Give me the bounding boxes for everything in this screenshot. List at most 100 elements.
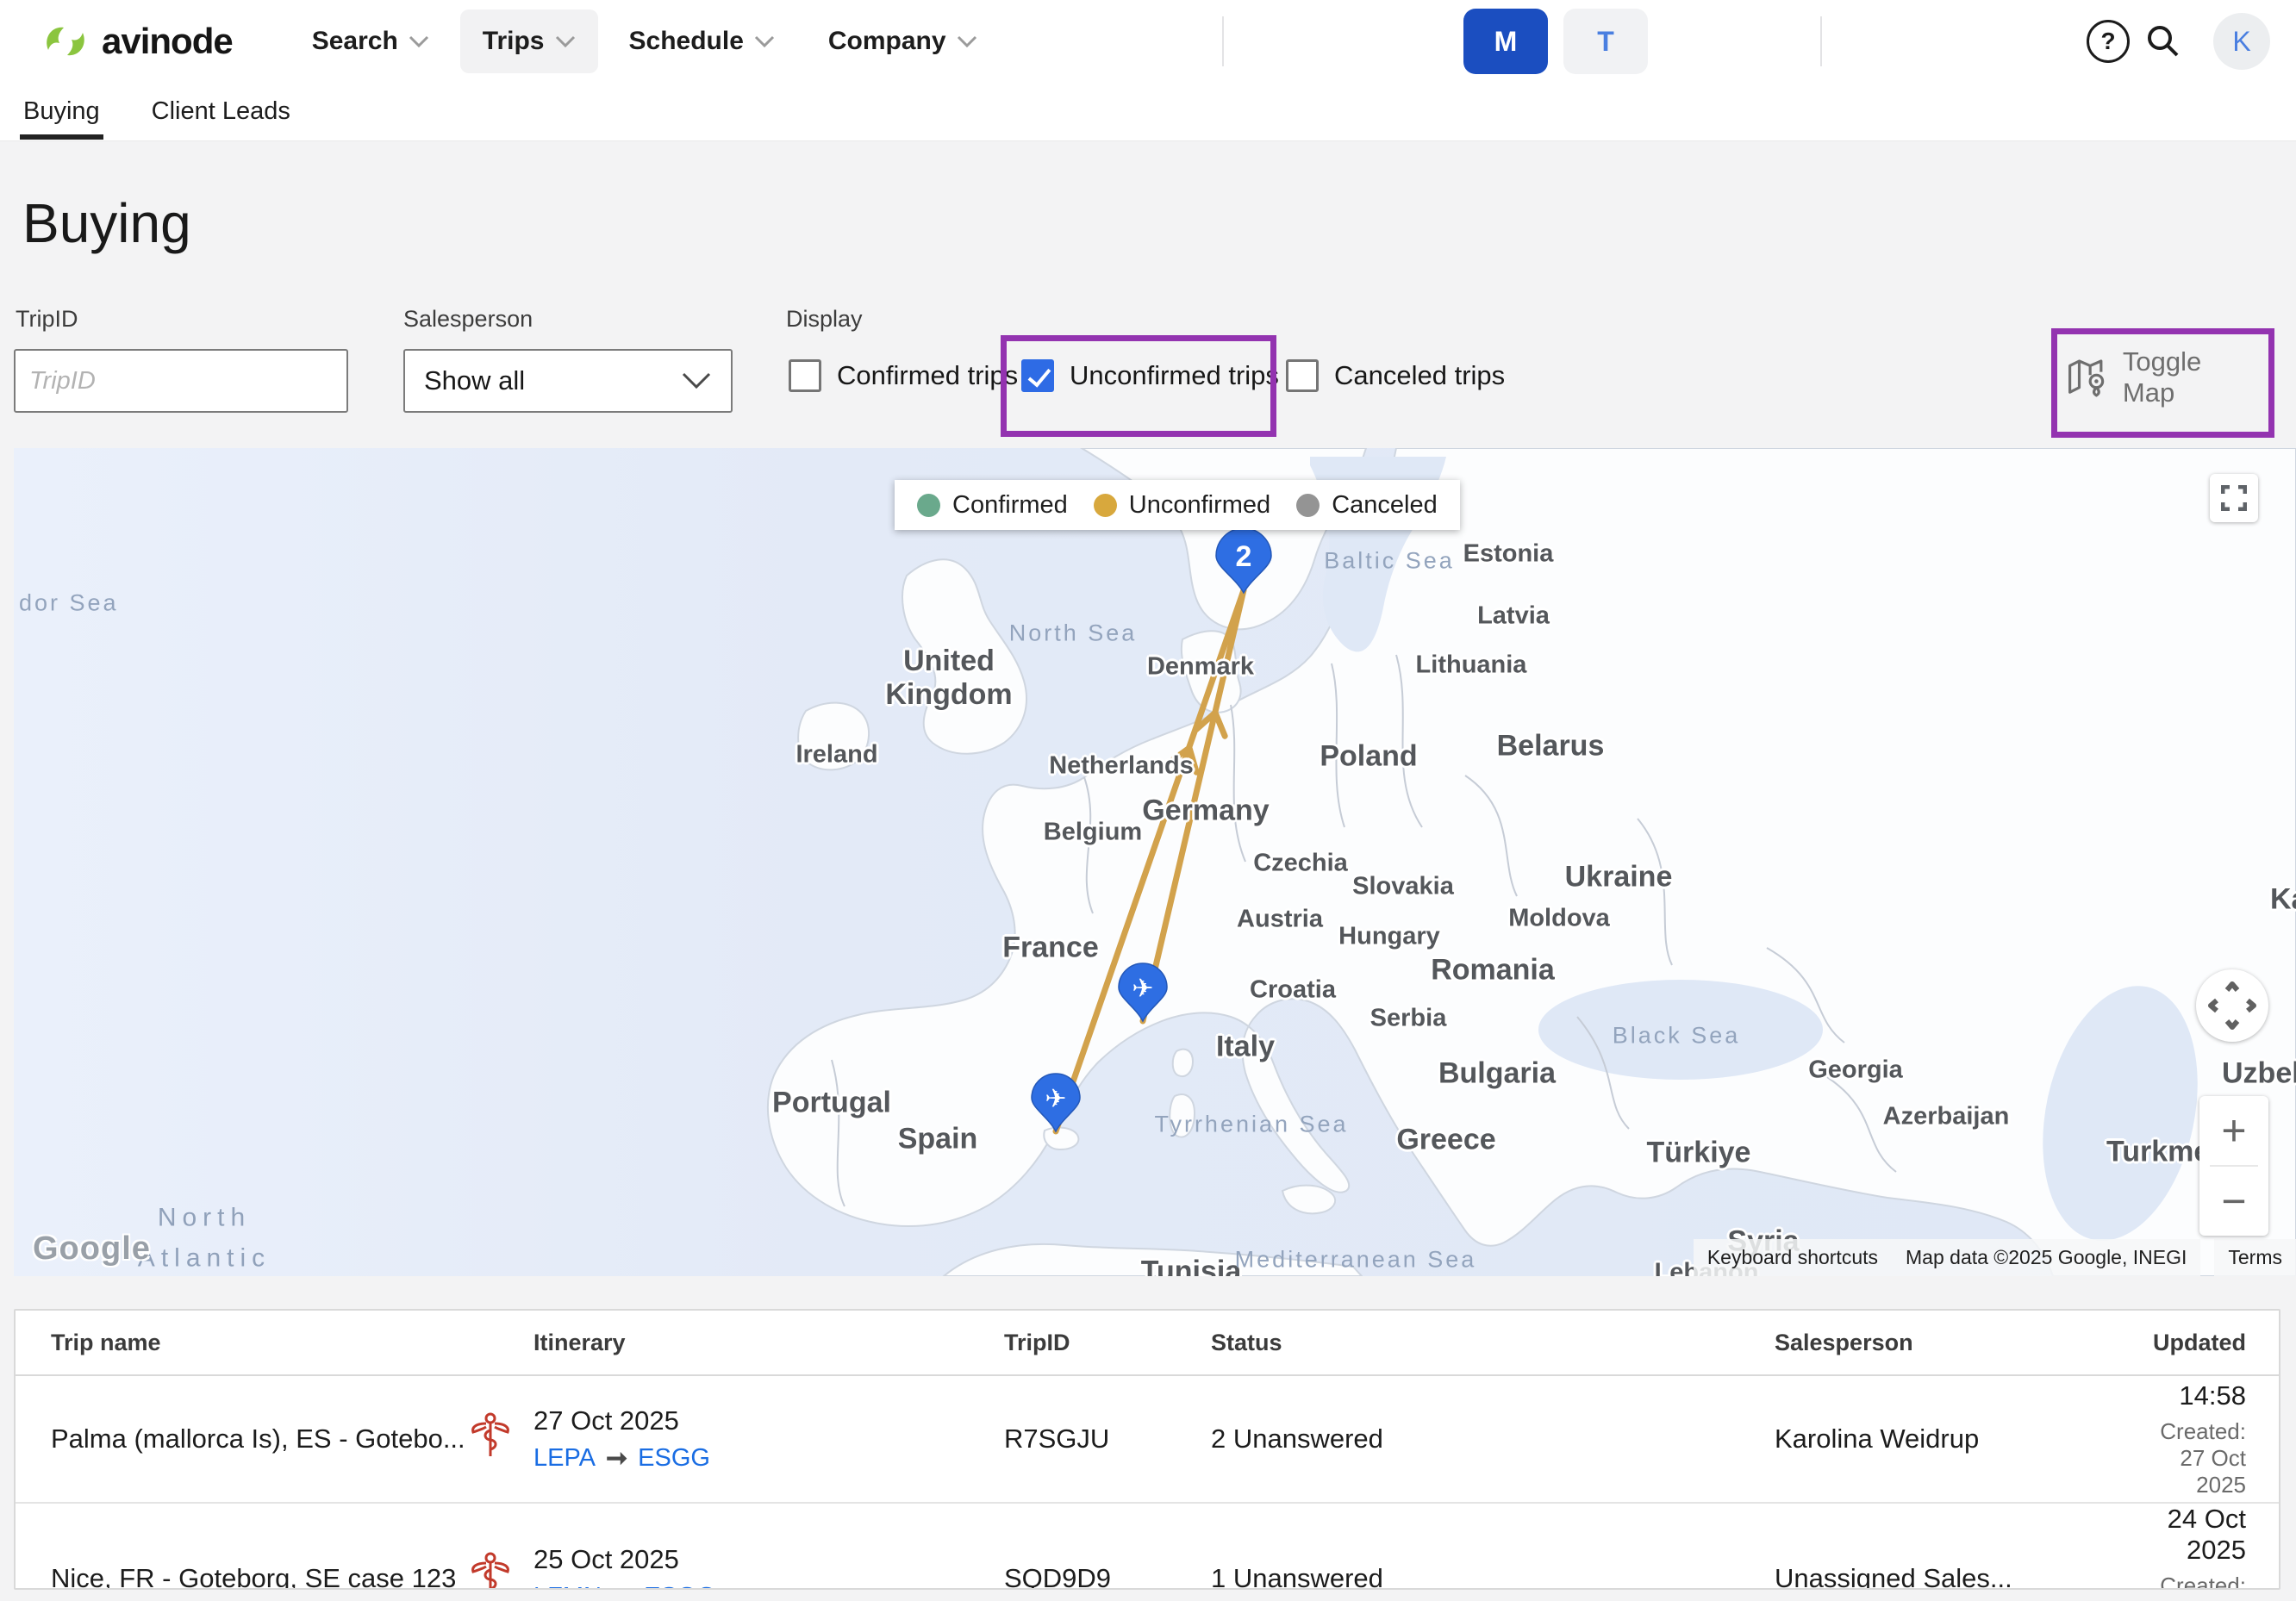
salesperson-value: Show all bbox=[424, 365, 525, 396]
map-label: Czechia bbox=[1253, 850, 1348, 878]
checkbox-unconfirmed-trips[interactable]: Unconfirmed trips bbox=[1021, 359, 1286, 392]
chevron-down-icon bbox=[409, 35, 429, 47]
map-label: dor Sea bbox=[19, 590, 119, 617]
trip-updated-cell: 24 Oct 2025 Created: 24 Oct 2025 bbox=[2137, 1504, 2246, 1590]
fullscreen-icon bbox=[2221, 485, 2247, 511]
caduceus-icon bbox=[470, 1411, 511, 1460]
map-label: Croatia bbox=[1250, 976, 1336, 1005]
map-label: Türkiye bbox=[1647, 1137, 1751, 1170]
map-label: Italy bbox=[1216, 1031, 1275, 1064]
caduceus-icon bbox=[470, 1551, 511, 1591]
avinode-logo[interactable]: avinode bbox=[41, 21, 233, 62]
display-label: Display bbox=[786, 306, 863, 333]
airport-link-to[interactable]: ESGG bbox=[638, 1444, 710, 1473]
toggle-map-button[interactable]: Toggle Map bbox=[2067, 343, 2248, 412]
map-label: North Atlantic Ocean bbox=[138, 1198, 271, 1276]
unconfirmed-dot-icon bbox=[1094, 494, 1117, 517]
nav-item-schedule[interactable]: Schedule bbox=[607, 9, 797, 73]
airport-link-from[interactable]: LFMN bbox=[533, 1583, 602, 1590]
fullscreen-button[interactable] bbox=[2210, 474, 2258, 522]
brand-name: avinode bbox=[102, 21, 233, 62]
zoom-in-button[interactable]: + bbox=[2199, 1096, 2268, 1165]
keyboard-shortcuts-link[interactable]: Keyboard shortcuts bbox=[1694, 1239, 1892, 1276]
map-label: Bulgaria bbox=[1438, 1057, 1556, 1091]
trips-table: Trip name Itinerary TripID Status Salesp… bbox=[14, 1309, 2280, 1590]
map-label: Spain bbox=[898, 1123, 978, 1156]
trip-salesperson: Unassigned Sales... bbox=[1775, 1563, 2137, 1591]
marketplace-toggle-button[interactable]: M bbox=[1463, 9, 1548, 74]
chevron-down-icon bbox=[957, 35, 977, 47]
nav-item-search[interactable]: Search bbox=[290, 9, 452, 73]
route-arrow-icon: ➞ bbox=[612, 1582, 633, 1590]
tab-client-leads[interactable]: Client Leads bbox=[148, 85, 294, 138]
legend-label: Unconfirmed bbox=[1129, 491, 1270, 520]
search-icon bbox=[2144, 22, 2182, 60]
checkbox-box bbox=[1286, 359, 1319, 392]
tripid-label: TripID bbox=[16, 306, 78, 333]
zoom-out-button[interactable]: − bbox=[2199, 1167, 2268, 1236]
trip-updated-cell: 14:58 Created: 27 Oct 2025 bbox=[2137, 1380, 2246, 1498]
col-itinerary: Itinerary bbox=[533, 1330, 1004, 1356]
legend-item-canceled: Canceled bbox=[1296, 491, 1438, 520]
col-updated: Updated bbox=[2137, 1330, 2246, 1356]
user-avatar[interactable]: K bbox=[2213, 13, 2270, 70]
pan-control[interactable] bbox=[2196, 969, 2268, 1042]
map-base-art: 2 ✈ ✈ bbox=[14, 448, 2296, 1276]
terms-link[interactable]: Terms bbox=[2214, 1239, 2296, 1276]
trip-status: 1 Unanswered bbox=[1211, 1563, 1775, 1591]
map-label: France bbox=[1002, 931, 1099, 965]
pan-arrows-icon bbox=[2208, 981, 2256, 1030]
nav-item-label: Search bbox=[312, 27, 398, 56]
map-label: Germany bbox=[1142, 794, 1269, 828]
nav-item-trips[interactable]: Trips bbox=[460, 9, 598, 73]
updated-time: 14:58 bbox=[2137, 1380, 2246, 1411]
map-label: Baltic Sea bbox=[1324, 548, 1455, 575]
nav-right-controls: M T ? K bbox=[1222, 9, 2270, 74]
nav-item-company[interactable]: Company bbox=[806, 9, 1000, 73]
google-logo[interactable]: Google bbox=[33, 1230, 151, 1268]
help-button[interactable]: ? bbox=[2081, 14, 2136, 69]
airplane-icon: ✈ bbox=[1132, 974, 1153, 1004]
updated-time: 24 Oct 2025 bbox=[2137, 1504, 2246, 1566]
search-button[interactable] bbox=[2136, 14, 2191, 69]
canceled-dot-icon bbox=[1296, 494, 1320, 517]
map-label: Belarus bbox=[1497, 730, 1605, 763]
checkbox-box bbox=[1021, 359, 1054, 392]
checkbox-confirmed-trips[interactable]: Confirmed trips bbox=[789, 359, 1021, 392]
airport-link-from[interactable]: LEPA bbox=[533, 1444, 596, 1473]
airport-link-to[interactable]: ESGG bbox=[644, 1583, 716, 1590]
map-label: Poland bbox=[1320, 740, 1417, 774]
table-row[interactable]: Nice, FR - Goteborg, SE case 123 25 Oct … bbox=[16, 1504, 2279, 1590]
salesperson-label: Salesperson bbox=[403, 306, 533, 333]
nav-item-label: Trips bbox=[483, 27, 545, 56]
map-label: Ireland bbox=[795, 741, 877, 769]
table-row[interactable]: Palma (mallorca Is), ES - Gotebo... 27 O… bbox=[16, 1376, 2279, 1504]
divider bbox=[1820, 16, 1822, 66]
col-salesperson: Salesperson bbox=[1775, 1330, 2137, 1356]
map-label: Netherlands bbox=[1049, 752, 1194, 781]
map-label: Estonia bbox=[1463, 540, 1554, 569]
map-label: Romania bbox=[1431, 954, 1555, 987]
map-label: Ukraine bbox=[1565, 861, 1673, 894]
salesperson-select[interactable]: Show all bbox=[403, 349, 733, 413]
nav-item-label: Company bbox=[828, 27, 946, 56]
chevron-down-icon bbox=[681, 372, 712, 389]
itinerary-cell: 25 Oct 2025 LFMN ➞ ESGG bbox=[533, 1544, 1004, 1590]
tripid-input[interactable] bbox=[14, 349, 348, 413]
map-canvas[interactable]: 2 ✈ ✈ EstoniaLatviaLithuaniaBaltic SeaNo… bbox=[14, 448, 2296, 1276]
zoom-control: + − bbox=[2199, 1096, 2268, 1236]
help-icon: ? bbox=[2087, 20, 2130, 63]
legend-label: Confirmed bbox=[952, 491, 1068, 520]
created-date: Created: 24 Oct 2025 bbox=[2137, 1573, 2246, 1590]
tab-buying[interactable]: Buying bbox=[20, 85, 103, 138]
route-arrow-icon: ➞ bbox=[606, 1443, 627, 1473]
medical-trip-cell bbox=[470, 1411, 533, 1467]
checkbox-label: Unconfirmed trips bbox=[1070, 360, 1279, 391]
confirmed-dot-icon bbox=[917, 494, 940, 517]
map-label: Tyrrhenian Sea bbox=[1154, 1112, 1348, 1138]
map-label: Uzbekis bbox=[2222, 1057, 2296, 1091]
checkbox-canceled-trips[interactable]: Canceled trips bbox=[1286, 359, 1505, 392]
map-label: Ka bbox=[2270, 883, 2296, 917]
page-title: Buying bbox=[22, 191, 191, 255]
trust-toggle-button[interactable]: T bbox=[1563, 9, 1648, 74]
